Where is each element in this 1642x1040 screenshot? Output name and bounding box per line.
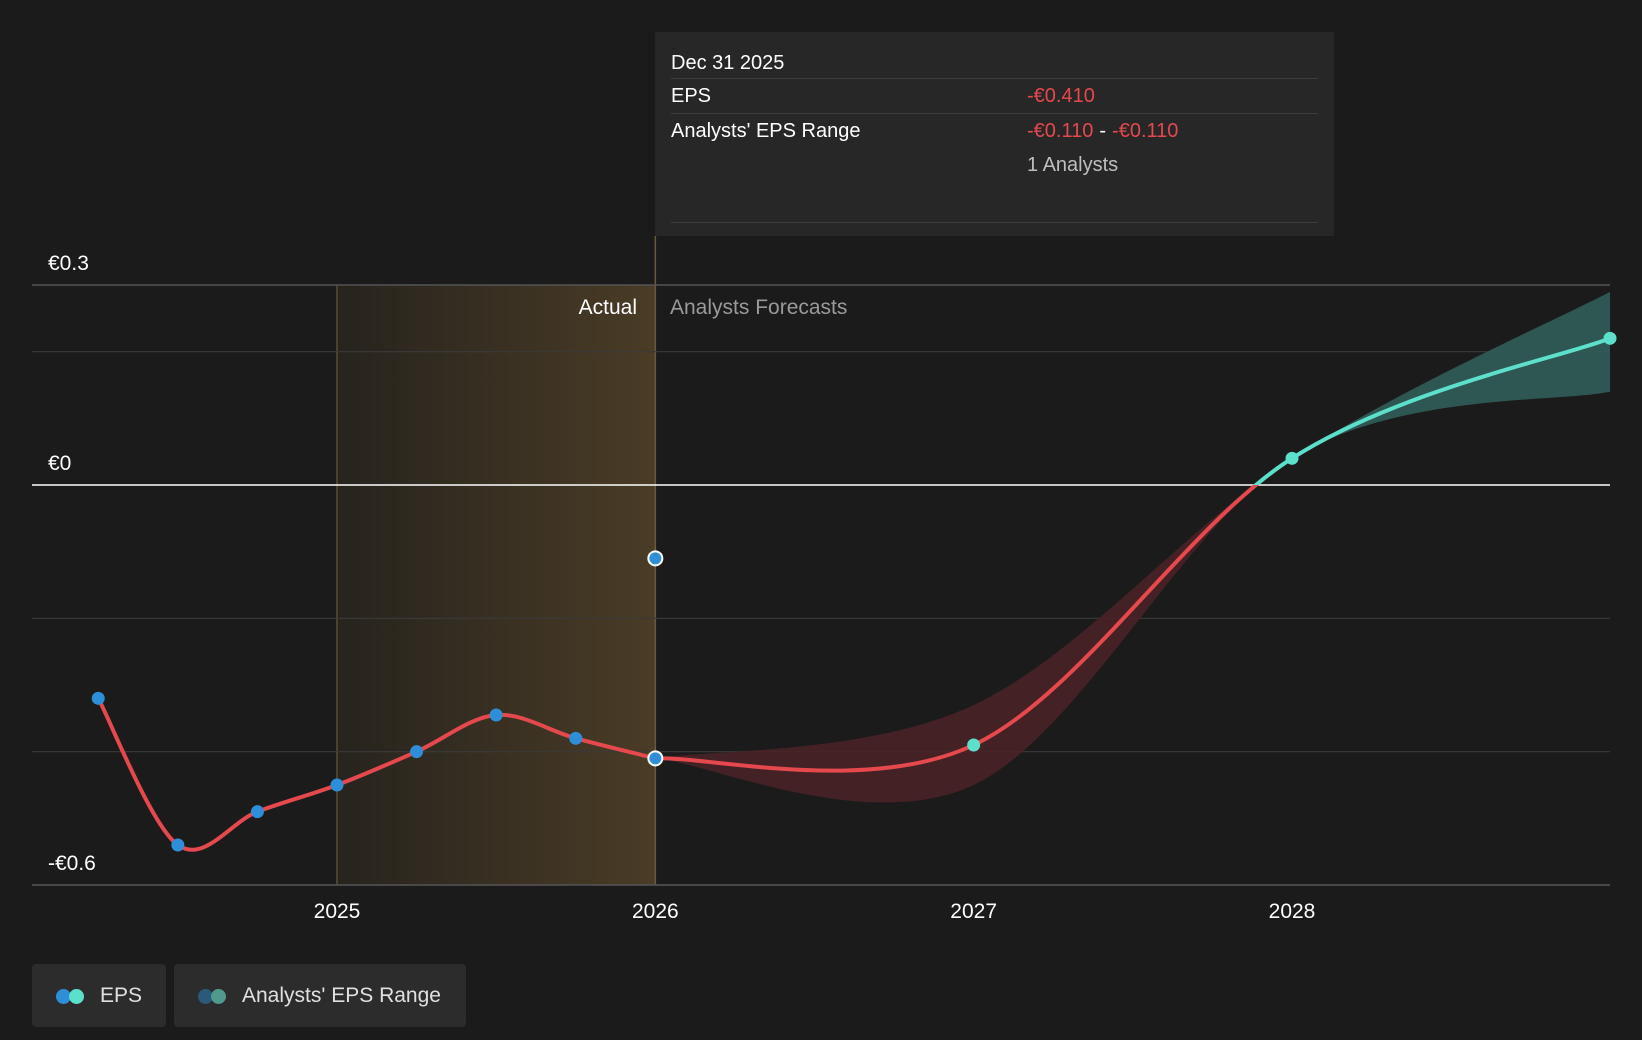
- tooltip-analysts-count: 1 Analysts: [1027, 153, 1119, 176]
- tooltip-eps-row: EPS -€0.410: [671, 79, 1318, 114]
- eps-actual-point[interactable]: [569, 731, 583, 745]
- eps-legend-dots: [56, 987, 88, 1005]
- legend-eps-label: EPS: [100, 983, 143, 1007]
- legend-range-button[interactable]: Analysts' EPS Range: [174, 964, 466, 1027]
- tooltip-date: Dec 31 2025: [671, 51, 785, 74]
- eps-actual-point[interactable]: [91, 691, 105, 705]
- y-tick-label: -€0.6: [48, 852, 96, 875]
- actual-section-label: Actual: [578, 296, 637, 319]
- y-tick-label: €0.3: [48, 252, 89, 275]
- eps-actual-point[interactable]: [647, 750, 664, 767]
- eps-forecast-point[interactable]: [1285, 451, 1299, 465]
- eps-forecast-point[interactable]: [967, 738, 981, 752]
- tooltip-date-row: Dec 31 2025: [671, 48, 1318, 79]
- x-tick-label: 2026: [632, 900, 679, 923]
- legend-range-label: Analysts' EPS Range: [242, 983, 441, 1007]
- x-tick-label: 2027: [950, 900, 997, 923]
- x-tick-label: 2025: [314, 900, 361, 923]
- x-tick-label: 2028: [1269, 900, 1316, 923]
- tooltip-panel: Dec 31 2025 EPS -€0.410 Analysts' EPS Ra…: [655, 32, 1334, 236]
- eps-forecast-dot-icon: [69, 988, 84, 1004]
- eps-actual-point[interactable]: [489, 708, 503, 722]
- range-positive-dot-icon: [211, 988, 226, 1004]
- eps-actual-point[interactable]: [330, 778, 344, 792]
- tooltip-analysts-row: 1 Analysts: [671, 148, 1318, 182]
- tooltip-range-high: -€0.110: [1112, 119, 1179, 142]
- tooltip-range-separator: -: [1099, 119, 1107, 142]
- range-legend-dots: [198, 987, 230, 1005]
- tooltip-range-label: Analysts' EPS Range: [671, 119, 861, 142]
- tooltip-range-low: -€0.110: [1027, 119, 1094, 142]
- y-tick-label: €0: [48, 452, 71, 475]
- actual-region-shade: [337, 285, 656, 885]
- eps-actual-point[interactable]: [410, 745, 424, 759]
- tooltip-range-row: Analysts' EPS Range -€0.110 - -€0.110: [671, 114, 1318, 148]
- eps-actual-point[interactable]: [171, 838, 185, 852]
- eps-forecast-point[interactable]: [1603, 331, 1617, 345]
- tooltip-eps-label: EPS: [671, 84, 712, 107]
- tooltip-eps-value: -€0.410: [1027, 84, 1095, 107]
- legend-eps-button[interactable]: EPS: [32, 964, 166, 1027]
- tooltip-divider: [671, 182, 1318, 223]
- range-band-positive: [1254, 291, 1610, 485]
- forecast-section-label: Analysts Forecasts: [670, 296, 848, 319]
- eps-actual-point[interactable]: [250, 805, 264, 819]
- eps-estimate-highlight-point[interactable]: [647, 550, 664, 567]
